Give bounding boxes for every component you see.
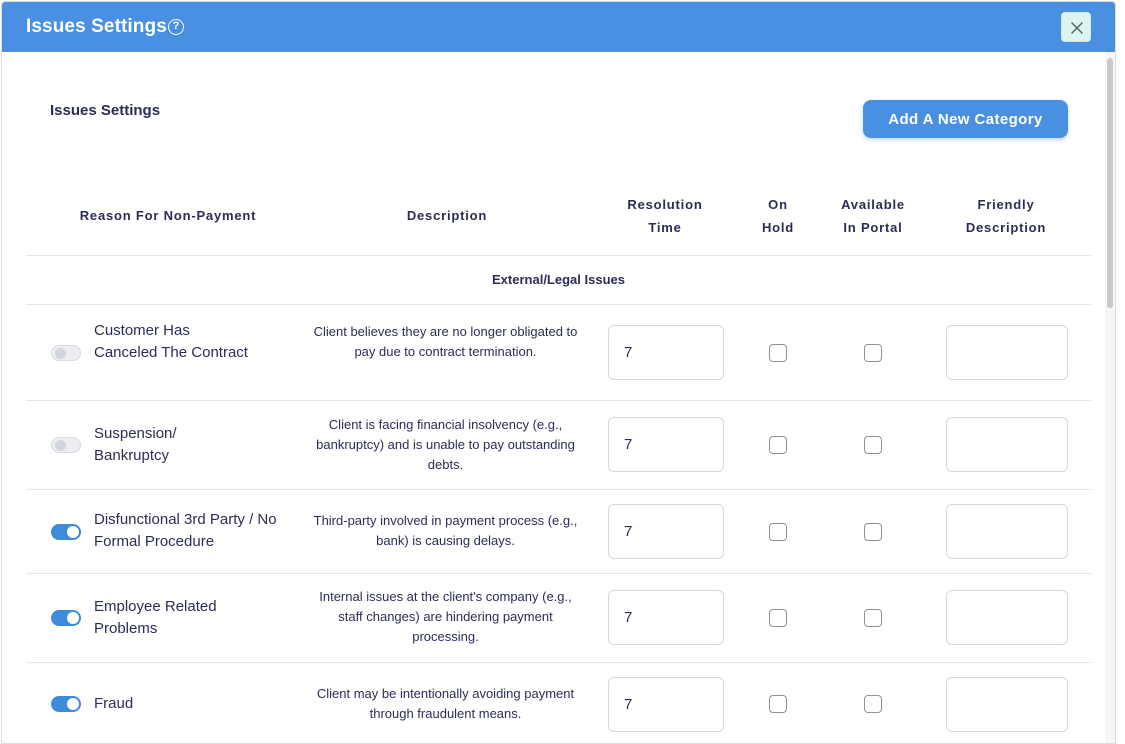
reason-label: Fraud <box>94 695 134 712</box>
friendly-description-input[interactable] <box>946 325 1068 380</box>
toggle-knob <box>55 440 66 451</box>
reason-label: Customer Has Canceled The Contract <box>94 322 248 361</box>
toggle-knob <box>67 612 79 624</box>
resolution-time-input[interactable] <box>608 325 724 380</box>
resolution-time-input[interactable] <box>608 504 724 559</box>
add-category-button[interactable]: Add A New Category <box>863 100 1068 138</box>
table-row: Disfunctional 3rd Party / No Formal Proc… <box>26 490 1091 573</box>
on-hold-checkbox[interactable] <box>769 523 787 541</box>
enable-toggle[interactable] <box>51 610 81 626</box>
description-text: Client may be intentionally avoiding pay… <box>316 686 575 721</box>
modal-title: Issues Settings <box>26 16 167 37</box>
friendly-description-input[interactable] <box>946 504 1068 559</box>
available-in-portal-checkbox[interactable] <box>864 523 882 541</box>
close-button[interactable] <box>1061 12 1091 42</box>
available-in-portal-checkbox[interactable] <box>864 695 882 713</box>
friendly-description-input[interactable] <box>946 417 1068 472</box>
header-friendly-description: Friendly Description <box>965 197 1047 235</box>
available-in-portal-checkbox[interactable] <box>864 436 882 454</box>
toggle-knob <box>67 698 79 710</box>
enable-toggle[interactable] <box>51 696 81 712</box>
on-hold-checkbox[interactable] <box>769 695 787 713</box>
description-text: Third-party involved in payment process … <box>313 513 578 548</box>
modal-header: Issues Settings ? <box>2 2 1115 52</box>
on-hold-checkbox[interactable] <box>769 344 787 362</box>
table-row: Suspension/ Bankruptcy Client is facing … <box>26 401 1091 489</box>
available-in-portal-checkbox[interactable] <box>864 344 882 362</box>
section-title: Issues Settings <box>50 102 161 119</box>
available-in-portal-checkbox[interactable] <box>864 609 882 627</box>
header-description: Description <box>406 208 488 223</box>
table-row: Customer Has Canceled The Contract Clien… <box>26 305 1091 400</box>
enable-toggle[interactable] <box>51 345 81 361</box>
table-row: Fraud Client may be intentionally avoidi… <box>26 663 1091 743</box>
friendly-description-input[interactable] <box>946 590 1068 645</box>
resolution-time-input[interactable] <box>608 590 724 645</box>
description-text: Client is facing financial insolvency (e… <box>316 417 575 472</box>
issues-settings-modal: Issues Settings ? Issues Settings Add A … <box>1 1 1116 744</box>
reason-label: Employee Related Problems <box>94 598 217 637</box>
description-text: Client believes they are no longer oblig… <box>313 324 578 359</box>
toggle-knob <box>67 526 79 538</box>
resolution-time-input[interactable] <box>608 677 724 732</box>
scrollbar-thumb[interactable] <box>1107 58 1113 308</box>
table-row: Employee Related Problems Internal issue… <box>26 574 1091 662</box>
on-hold-checkbox[interactable] <box>769 436 787 454</box>
header-on-hold: On Hold <box>761 197 795 235</box>
close-icon <box>1071 22 1083 34</box>
reason-label: Disfunctional 3rd Party / No Formal Proc… <box>94 511 277 550</box>
header-resolution-time: Resolution Time <box>627 197 703 235</box>
resolution-time-input[interactable] <box>608 417 724 472</box>
group-title: External/Legal Issues <box>492 272 625 287</box>
enable-toggle[interactable] <box>51 437 81 453</box>
reason-label: Suspension/ Bankruptcy <box>94 425 177 464</box>
header-divider <box>26 255 1091 256</box>
on-hold-checkbox[interactable] <box>769 609 787 627</box>
description-text: Internal issues at the client's company … <box>319 589 572 644</box>
header-reason: Reason For Non-Payment <box>79 208 257 223</box>
toggle-knob <box>55 348 66 359</box>
header-available-in-portal: Available In Portal <box>841 197 905 235</box>
friendly-description-input[interactable] <box>946 677 1068 732</box>
help-icon[interactable]: ? <box>168 19 184 35</box>
enable-toggle[interactable] <box>51 524 81 540</box>
